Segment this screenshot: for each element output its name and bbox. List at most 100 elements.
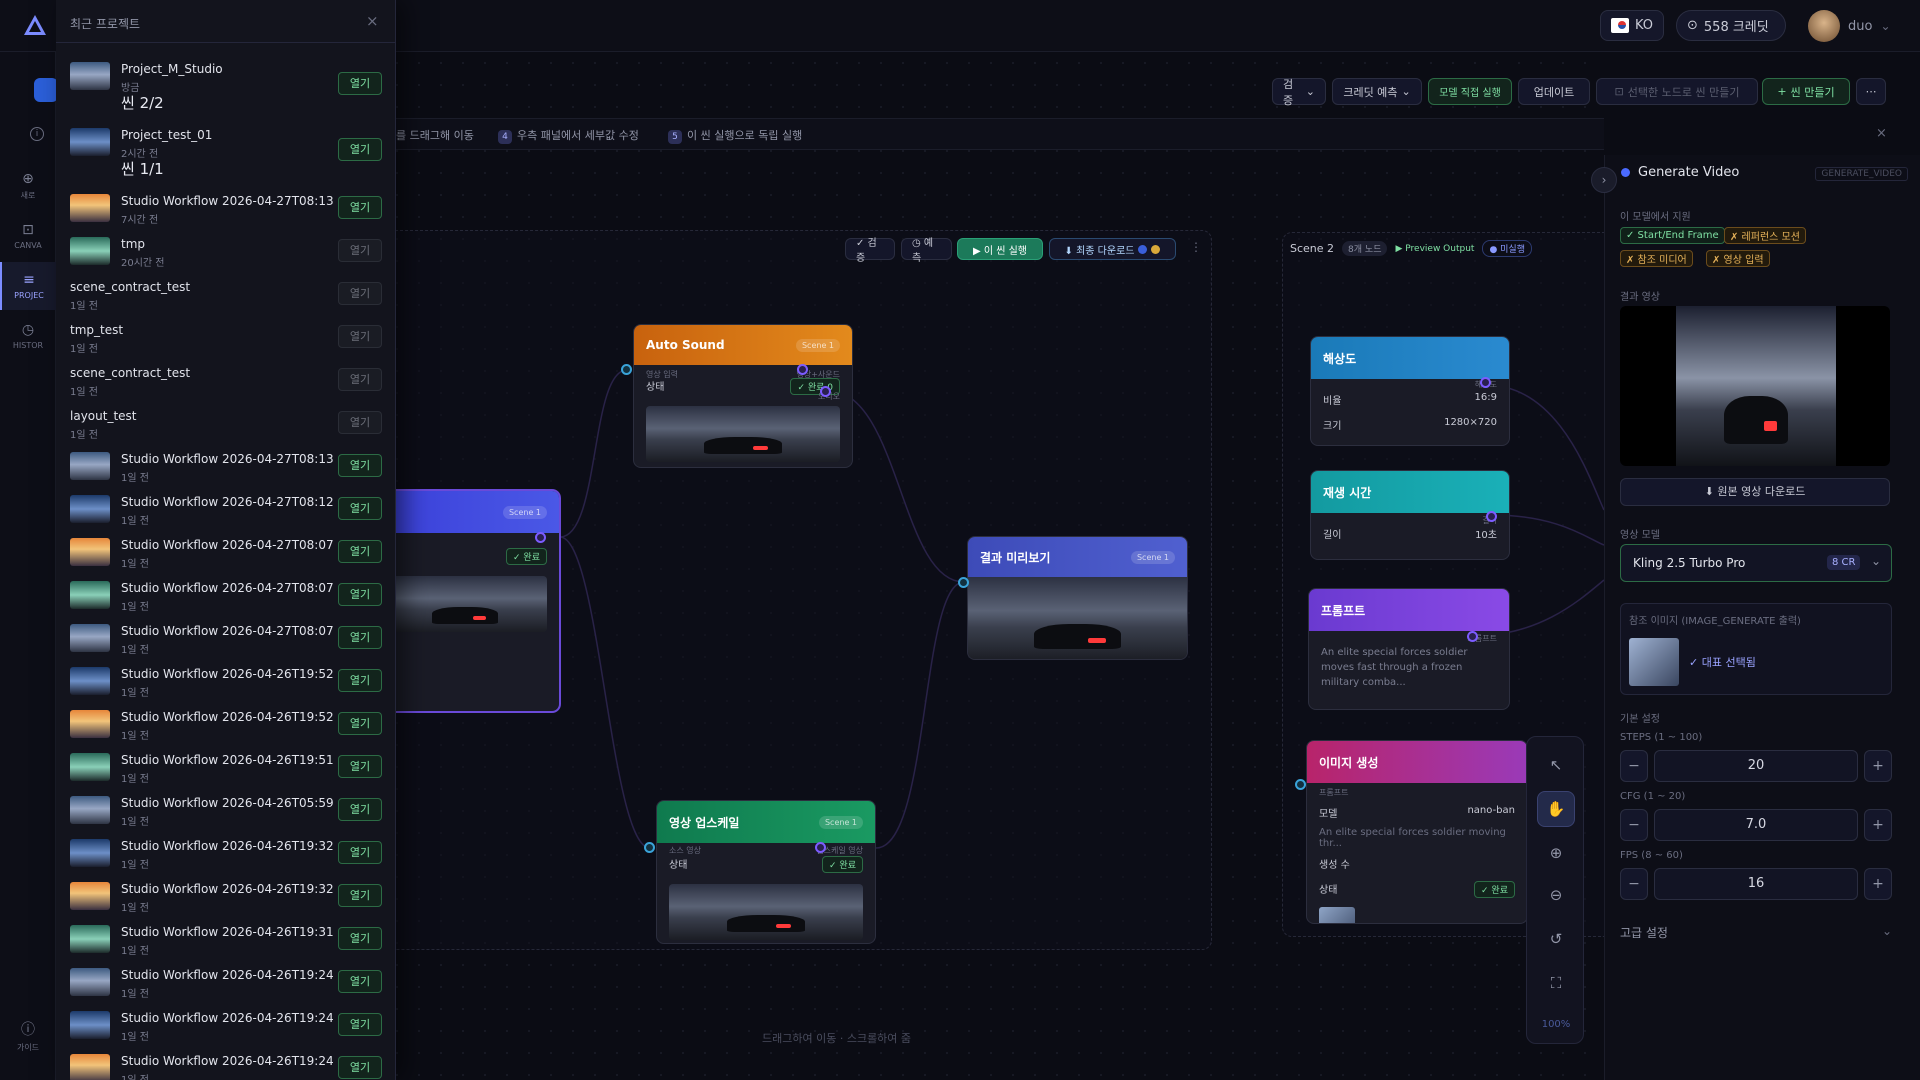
scene-estimate-button[interactable]: ◷ 예측 <box>901 238 952 264</box>
image-thumbnail[interactable] <box>1319 907 1355 923</box>
open-project-button[interactable]: 열기 <box>338 540 382 563</box>
open-project-button[interactable]: 열기 <box>338 583 382 606</box>
project-list-item[interactable]: Studio Workflow 2026-04-26T05:59 1일 전 열기 <box>56 790 396 833</box>
input-port[interactable] <box>621 364 632 375</box>
preview-video-thumbnail[interactable] <box>968 577 1187 659</box>
video-thumbnail[interactable] <box>669 884 863 940</box>
project-list-item[interactable]: tmp 20시간 전 열기 <box>56 231 396 274</box>
open-project-button[interactable]: 열기 <box>338 196 382 219</box>
open-project-button[interactable]: 열기 <box>338 1013 382 1036</box>
input-port[interactable] <box>958 577 969 588</box>
node-prompt[interactable]: 프롬프트 프롬프트 An elite special forces soldie… <box>1308 588 1510 710</box>
node-video-upscale[interactable]: 영상 업스케일 Scene 1 소스 영상 업스케일 영상 상태 ✓ 완료 <box>656 800 876 944</box>
project-list-item[interactable]: Studio Workflow 2026-04-27T08:07 1일 전 열기 <box>56 532 396 575</box>
increment-button[interactable]: + <box>1864 750 1892 782</box>
reset-view-icon[interactable]: ↺ <box>1537 921 1575 957</box>
result-video[interactable] <box>1620 306 1890 466</box>
project-list-item[interactable]: tmp_test 1일 전 열기 <box>56 317 396 360</box>
project-thumbnail <box>70 925 110 953</box>
hand-tool-icon[interactable]: ✋ <box>1537 791 1575 827</box>
project-list-item[interactable]: Studio Workflow 2026-04-26T19:24 1일 전 열기 <box>56 1005 396 1048</box>
reference-thumbnail[interactable] <box>1629 638 1679 686</box>
video-thumbnail[interactable] <box>383 576 547 632</box>
open-project-button[interactable]: 열기 <box>338 454 382 477</box>
open-project-button[interactable]: 열기 <box>338 712 382 735</box>
steps-input[interactable]: 20 <box>1654 750 1858 782</box>
open-project-button[interactable]: 열기 <box>338 927 382 950</box>
run-scene-button[interactable]: ▶ 이 씬 실행 <box>957 238 1043 260</box>
project-list-item[interactable]: Studio Workflow 2026-04-27T08:13 1일 전 열기 <box>56 446 396 489</box>
steps-stepper: − 20 + <box>1620 750 1892 782</box>
preview-output-button[interactable]: ▶ Preview Output <box>1395 244 1474 254</box>
project-list-item[interactable]: layout_test 1일 전 열기 <box>56 403 396 446</box>
project-list-item[interactable]: Studio Workflow 2026-04-27T08:07 1일 전 열기 <box>56 618 396 661</box>
open-project-button[interactable]: 열기 <box>338 138 382 161</box>
advanced-settings-toggle[interactable]: 고급 설정 ⌄ <box>1620 924 1892 944</box>
project-list-item[interactable]: Project_M_Studio 방금 씬 2/2 열기 <box>56 56 396 122</box>
project-list-item[interactable]: Studio Workflow 2026-04-26T19:24 1일 전 열기 <box>56 1048 396 1080</box>
open-project-button[interactable]: 열기 <box>338 626 382 649</box>
node-image-generate[interactable]: 이미지 생성 프롬프트 모델 nano-ban An elite special … <box>1306 740 1528 924</box>
project-list-item[interactable]: Studio Workflow 2026-04-26T19:31 1일 전 열기 <box>56 919 396 962</box>
download-original-button[interactable]: ⬇ 원본 영상 다운로드 <box>1620 478 1890 506</box>
output-port[interactable] <box>535 532 546 543</box>
zoom-out-icon[interactable]: ⊖ <box>1537 877 1575 913</box>
increment-button[interactable]: + <box>1864 809 1892 841</box>
zoom-in-icon[interactable]: ⊕ <box>1537 835 1575 871</box>
project-list-item[interactable]: Studio Workflow 2026-04-26T19:52 1일 전 열기 <box>56 704 396 747</box>
collapse-panel-button[interactable]: › <box>1591 167 1617 193</box>
open-project-button[interactable]: 열기 <box>338 282 382 305</box>
decrement-button[interactable]: − <box>1620 868 1648 900</box>
scene-validate-button[interactable]: ✓ 검증 <box>845 238 895 264</box>
node-resolution[interactable]: 해상도 해상도 비율16:9 크기1280×720 <box>1310 336 1510 446</box>
cfg-input[interactable]: 7.0 <box>1654 809 1858 841</box>
video-thumbnail[interactable] <box>646 406 840 462</box>
open-project-button[interactable]: 열기 <box>338 239 382 262</box>
open-project-button[interactable]: 열기 <box>338 368 382 391</box>
open-project-button[interactable]: 열기 <box>338 755 382 778</box>
open-project-button[interactable]: 열기 <box>338 497 382 520</box>
increment-button[interactable]: + <box>1864 868 1892 900</box>
fps-input[interactable]: 16 <box>1654 868 1858 900</box>
open-project-button[interactable]: 열기 <box>338 970 382 993</box>
output-port[interactable] <box>1467 631 1478 642</box>
node-auto-sound[interactable]: Auto Sound Scene 1 영상 입력 영상+사운드 상태 ✓ 완료 0… <box>633 324 853 468</box>
output-port[interactable] <box>815 842 826 853</box>
node-duration[interactable]: 재생 시간 길이 길이10초 <box>1310 470 1510 560</box>
video-model-select[interactable]: Kling 2.5 Turbo Pro 8 CR ⌄ <box>1620 544 1892 582</box>
scene-more-icon[interactable]: ⋮ <box>1190 240 1202 254</box>
output-port[interactable] <box>1480 377 1491 388</box>
output-port[interactable] <box>820 386 831 397</box>
fit-view-icon[interactable]: ⛶ <box>1537 965 1575 1001</box>
project-list-item[interactable]: Studio Workflow 2026-04-27T08:13 7시간 전 열기 <box>56 188 396 231</box>
open-project-button[interactable]: 열기 <box>338 841 382 864</box>
open-project-button[interactable]: 열기 <box>338 669 382 692</box>
project-list-item[interactable]: Studio Workflow 2026-04-27T08:07 1일 전 열기 <box>56 575 396 618</box>
node-generate-video[interactable]: Scene 1 ✓ 완료 <box>370 490 560 712</box>
project-list-item[interactable]: Studio Workflow 2026-04-26T19:32 1일 전 열기 <box>56 833 396 876</box>
project-list-item[interactable]: scene_contract_test 1일 전 열기 <box>56 360 396 403</box>
final-download-button[interactable]: ⬇ 최종 다운로드 <box>1049 238 1176 260</box>
close-icon[interactable]: × <box>366 12 379 30</box>
project-list-item[interactable]: Studio Workflow 2026-04-26T19:24 1일 전 열기 <box>56 962 396 1005</box>
input-port[interactable] <box>644 842 655 853</box>
open-project-button[interactable]: 열기 <box>338 1056 382 1079</box>
pointer-tool-icon[interactable]: ↖ <box>1537 747 1575 783</box>
decrement-button[interactable]: − <box>1620 750 1648 782</box>
open-project-button[interactable]: 열기 <box>338 798 382 821</box>
output-port[interactable] <box>797 364 808 375</box>
project-list-item[interactable]: Studio Workflow 2026-04-26T19:51 1일 전 열기 <box>56 747 396 790</box>
project-list-item[interactable]: Studio Workflow 2026-04-27T08:12 1일 전 열기 <box>56 489 396 532</box>
open-project-button[interactable]: 열기 <box>338 72 382 95</box>
project-list-item[interactable]: Studio Workflow 2026-04-26T19:52 1일 전 열기 <box>56 661 396 704</box>
project-list-item[interactable]: Project_test_01 2시간 전씬 1/1 열기 <box>56 122 396 188</box>
project-list-item[interactable]: scene_contract_test 1일 전 열기 <box>56 274 396 317</box>
open-project-button[interactable]: 열기 <box>338 325 382 348</box>
open-project-button[interactable]: 열기 <box>338 411 382 434</box>
open-project-button[interactable]: 열기 <box>338 884 382 907</box>
output-port[interactable] <box>1486 511 1497 522</box>
input-port[interactable] <box>1295 779 1306 790</box>
node-result-preview[interactable]: 결과 미리보기 Scene 1 <box>967 536 1188 660</box>
decrement-button[interactable]: − <box>1620 809 1648 841</box>
project-list-item[interactable]: Studio Workflow 2026-04-26T19:32 1일 전 열기 <box>56 876 396 919</box>
